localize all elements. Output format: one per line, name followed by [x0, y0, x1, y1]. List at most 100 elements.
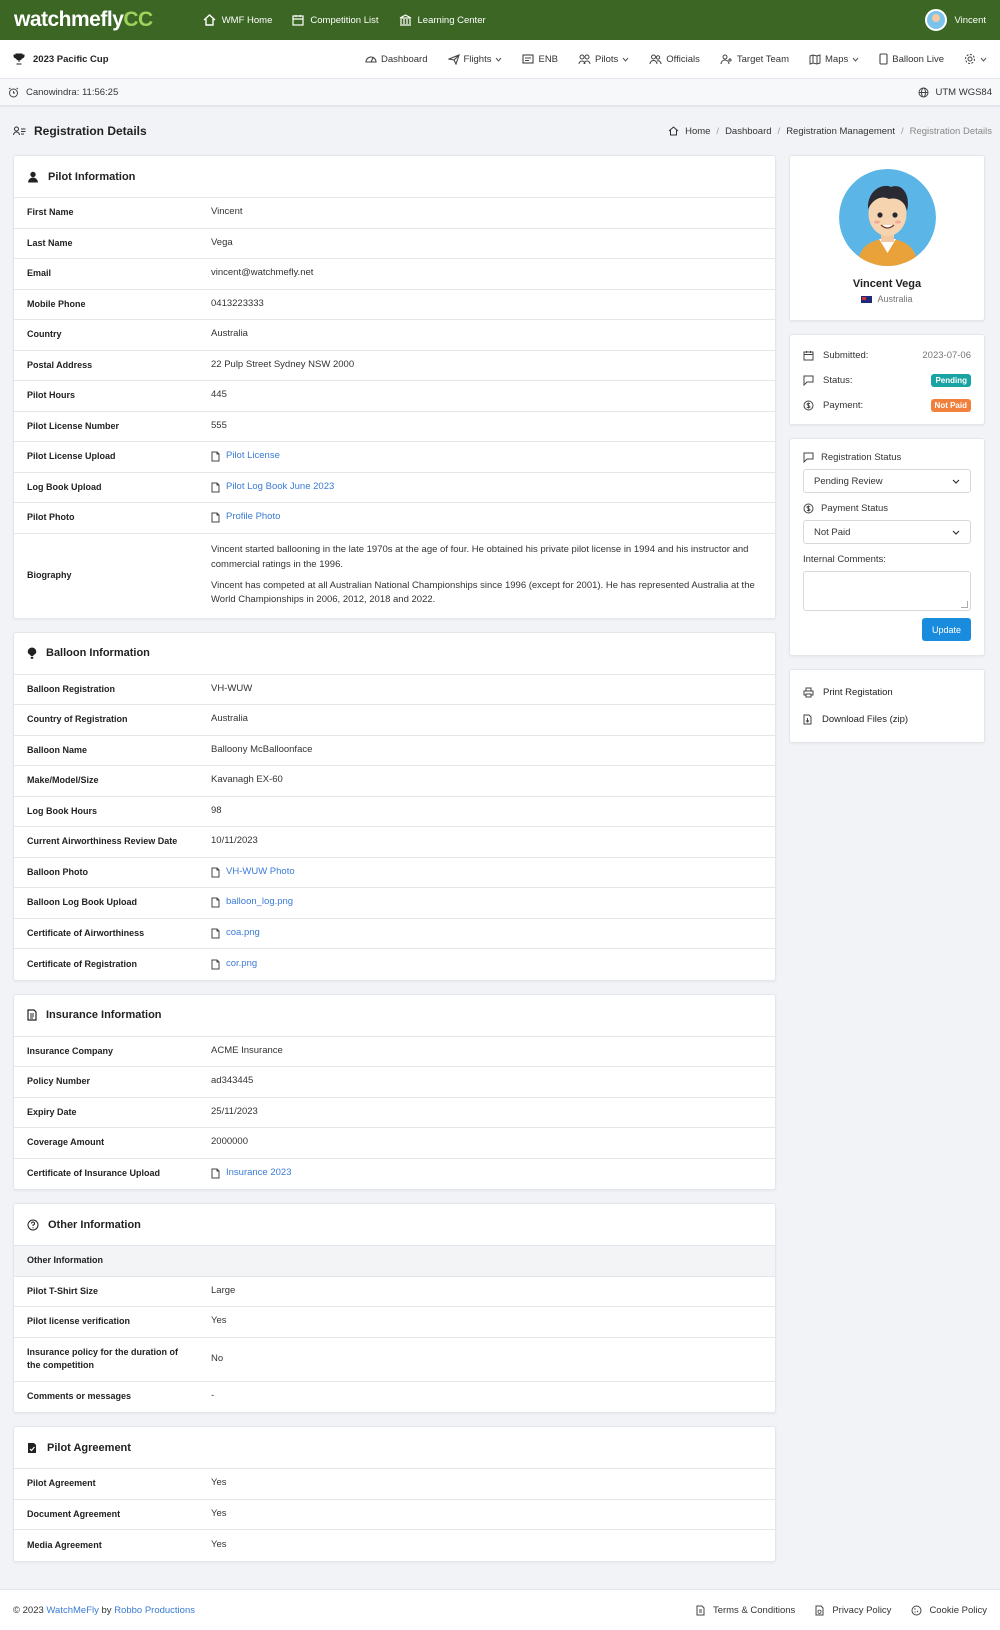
payment-status-select[interactable]: Not Paid [803, 520, 971, 544]
nav-pilots[interactable]: Pilots [578, 54, 629, 65]
app-logo[interactable]: watchmeflyCC [14, 8, 153, 32]
registration-summary-card: Submitted: 2023-07-06 Status: Pending Pa… [789, 334, 985, 425]
table-row: Biography Vincent started ballooning in … [14, 534, 775, 618]
nav-balloon-live[interactable]: Balloon Live [879, 53, 944, 65]
pilot-name: Vincent Vega [852, 278, 922, 290]
file-icon [211, 1168, 220, 1179]
table-row: Pilot License Upload Pilot License [14, 442, 775, 473]
nav-dashboard[interactable]: Dashboard [365, 54, 428, 65]
user-plus-icon [720, 54, 733, 65]
table-row: Pilot Agreement Yes [14, 1469, 775, 1500]
dollar-circle-icon [803, 503, 814, 514]
table-row: First Name Vincent [14, 198, 775, 229]
status-row: Status: Pending [803, 368, 971, 393]
table-row: Current Airworthiness Review Date 10/11/2… [14, 827, 775, 858]
other-information-card: Other Information Other Information Pilo… [13, 1203, 776, 1413]
brand-link[interactable]: WatchMeFly [46, 1605, 98, 1616]
table-row: Postal Address 22 Pulp Street Sydney NSW … [14, 351, 775, 381]
globe-icon [918, 87, 929, 98]
user-avatar [925, 9, 948, 31]
balloon-icon [27, 647, 37, 659]
balloon-photo-link[interactable]: VH-WUW Photo [211, 865, 762, 880]
table-row: Balloon Name Balloony McBalloonface [14, 736, 775, 766]
privacy-link[interactable]: Privacy Policy [815, 1605, 891, 1616]
breadcrumb-dashboard[interactable]: Dashboard [725, 126, 771, 137]
dollar-circle-icon [803, 400, 814, 411]
insurance-information-card: Insurance Information Insurance Company A… [13, 993, 776, 1190]
top-navbar: watchmeflyCC WMF Home Competition List L… [0, 0, 1000, 40]
gear-icon [964, 53, 976, 65]
submitted-date: 2023-07-06 [922, 350, 971, 361]
section-title: Other Information [48, 1218, 141, 1231]
chevron-down-icon [852, 57, 859, 62]
pilot-country: Australia [877, 294, 913, 304]
cor-link[interactable]: cor.png [211, 957, 762, 972]
location-time: Canowindra: 11:56:25 [26, 86, 119, 98]
pilot-license-link[interactable]: Pilot License [211, 449, 762, 464]
file-icon [211, 867, 220, 878]
file-icon [211, 959, 220, 970]
nav-target-team[interactable]: Target Team [720, 54, 789, 65]
insurance-certificate-link[interactable]: Insurance 2023 [211, 1166, 762, 1181]
table-row: Balloon Registration VH-WUW [14, 675, 775, 705]
alarm-clock-icon [8, 87, 19, 98]
user-menu[interactable]: Vincent [925, 9, 986, 31]
table-row: Log Book Upload Pilot Log Book June 2023 [14, 473, 775, 503]
balloon-information-card: Balloon Information Balloon Registration… [13, 631, 776, 981]
coordinate-system[interactable]: UTM WGS84 [918, 87, 992, 98]
coa-link[interactable]: coa.png [211, 926, 762, 941]
table-row: Pilot Hours 445 [14, 381, 775, 412]
print-registration-button[interactable]: Print Registation [803, 679, 971, 706]
question-circle-icon [27, 1219, 39, 1231]
table-row: Balloon Photo VH-WUW Photo [14, 858, 775, 888]
printer-icon [803, 687, 814, 698]
phone-icon [879, 53, 888, 65]
update-button[interactable]: Update [921, 618, 971, 641]
table-row: Balloon Log Book Upload balloon_log.png [14, 888, 775, 919]
breadcrumb-home[interactable]: Home [685, 126, 710, 137]
internal-comments-textarea[interactable] [803, 571, 971, 611]
profile-card: Vincent Vega Australia [789, 155, 985, 321]
calendar-icon [803, 350, 814, 361]
nav-competition-list[interactable]: Competition List [292, 14, 379, 26]
status-badge: Pending [931, 374, 971, 387]
file-icon [211, 897, 220, 908]
settings-menu[interactable] [964, 53, 987, 65]
breadcrumb: Home / Dashboard / Registration Manageme… [668, 126, 992, 137]
user-list-icon [13, 126, 26, 136]
nav-enb[interactable]: ENB [522, 54, 558, 65]
chevron-down-icon [952, 530, 960, 535]
table-row: Pilot Photo Profile Photo [14, 503, 775, 534]
table-row: Pilot T-Shirt Size Large [14, 1277, 775, 1307]
profile-photo-link[interactable]: Profile Photo [211, 510, 762, 525]
terms-link[interactable]: Terms & Conditions [696, 1605, 795, 1616]
info-bar: Canowindra: 11:56:25 UTM WGS84 [0, 79, 1000, 107]
nav-officials[interactable]: Officials [649, 54, 700, 65]
nav-maps[interactable]: Maps [809, 54, 859, 65]
company-link[interactable]: Robbo Productions [114, 1605, 195, 1616]
submitted-row: Submitted: 2023-07-06 [803, 343, 971, 368]
chat-icon [803, 375, 814, 386]
breadcrumb-registration-management[interactable]: Registration Management [786, 126, 895, 137]
section-title: Insurance Information [46, 1009, 162, 1021]
table-row: Coverage Amount 2000000 [14, 1128, 775, 1159]
document-icon [696, 1605, 706, 1616]
download-file-icon [803, 714, 813, 725]
section-title: Balloon Information [46, 647, 150, 659]
pilot-agreement-card: Pilot Agreement Pilot Agreement Yes Docum… [13, 1426, 776, 1562]
competition-bar: 2023 Pacific Cup Dashboard Flights ENB P… [0, 40, 1000, 79]
download-files-button[interactable]: Download Files (zip) [803, 706, 971, 733]
balloon-logbook-link[interactable]: balloon_log.png [211, 895, 762, 910]
table-row: Policy Number ad343445 [14, 1067, 775, 1098]
cookie-link[interactable]: Cookie Policy [911, 1605, 987, 1616]
table-row: Certificate of Registration cor.png [14, 949, 775, 980]
registration-status-select[interactable]: Pending Review [803, 469, 971, 493]
nav-learning-center[interactable]: Learning Center [399, 14, 486, 26]
competition-title[interactable]: 2023 Pacific Cup [13, 53, 365, 65]
nav-wmf-home[interactable]: WMF Home [203, 14, 272, 26]
table-row: Comments or messages - [27, 1390, 215, 1402]
cookie-icon [911, 1605, 922, 1616]
table-row: Email vincent@watchmefly.net [14, 259, 775, 290]
nav-flights[interactable]: Flights [447, 54, 503, 65]
pilot-logbook-link[interactable]: Pilot Log Book June 2023 [211, 480, 762, 495]
